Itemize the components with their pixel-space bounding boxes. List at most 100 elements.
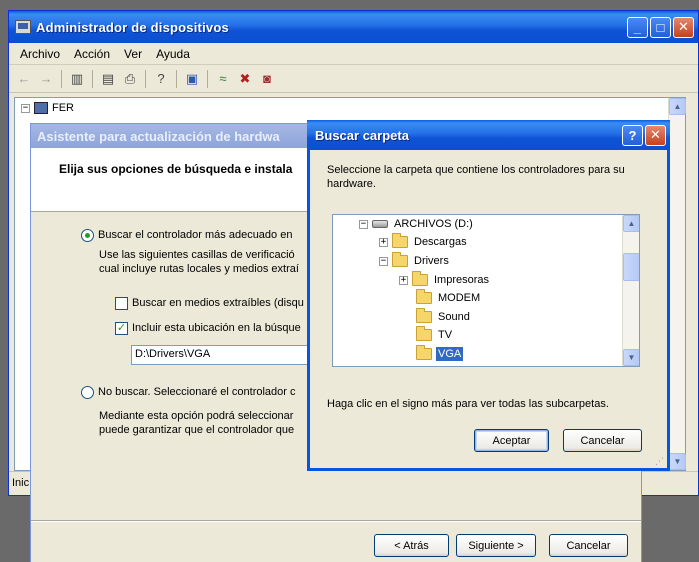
tree-item-modem[interactable]: MODEM: [416, 289, 482, 307]
tree-item-tv[interactable]: TV: [416, 326, 454, 344]
scan-hardware-icon[interactable]: ▣: [183, 70, 201, 88]
menu-ver[interactable]: Ver: [117, 47, 149, 61]
tree-item-label: Drivers: [414, 255, 449, 267]
menu-ayuda[interactable]: Ayuda: [149, 47, 197, 61]
option-search-row[interactable]: Buscar el controlador más adecuado en: [81, 228, 292, 242]
tree-root-row[interactable]: − FER: [21, 102, 74, 114]
uninstall-icon[interactable]: ✖: [236, 70, 254, 88]
print-icon[interactable]: ⎙: [121, 70, 139, 88]
tree-item-impresoras[interactable]: + Impresoras: [399, 271, 491, 289]
scroll-thumb[interactable]: [623, 253, 639, 281]
properties-icon[interactable]: ▤: [99, 70, 117, 88]
toolbar-separator: [145, 69, 146, 88]
browse-close-button[interactable]: ✕: [645, 124, 666, 146]
close-button[interactable]: ✕: [673, 16, 694, 38]
update-driver-icon[interactable]: ≈: [214, 70, 232, 88]
tree-item-archivos[interactable]: − ARCHIVOS (D:): [359, 215, 475, 233]
browse-hint: Haga clic en el signo más para ver todas…: [327, 398, 609, 410]
device-tree-scrollbar[interactable]: ▲ ▼: [668, 98, 686, 470]
option-nosearch-desc-line-2: puede garantizar que el controlador que: [99, 424, 295, 436]
tree-item-label: Sound: [438, 311, 470, 323]
browse-cancel-button[interactable]: Cancelar: [563, 429, 642, 452]
check-include-location-row[interactable]: ✓ Incluir esta ubicación en la búsque: [115, 321, 301, 335]
wizard-cancel-button[interactable]: Cancelar: [549, 534, 628, 557]
wizard-separator: [31, 520, 641, 522]
option-search-desc-line-1: Use las siguientes casillas de verificac…: [99, 249, 295, 261]
tree-item-descargas[interactable]: + Descargas: [379, 233, 469, 251]
check-removable-row[interactable]: Buscar en medios extraíbles (disqu: [115, 296, 304, 310]
scroll-down-arrow-icon[interactable]: ▼: [669, 453, 686, 470]
folder-open-icon: [416, 345, 432, 360]
toolbar-separator: [61, 69, 62, 88]
toolbar: ← → ▥ ▤ ⎙ ? ▣ ≈ ✖ ◙: [9, 65, 698, 93]
expand-icon[interactable]: +: [399, 275, 408, 285]
console-tree-icon[interactable]: ▥: [68, 70, 86, 88]
folder-icon: [412, 271, 428, 286]
scroll-down-arrow-icon[interactable]: ▼: [623, 349, 639, 366]
disable-icon[interactable]: ◙: [258, 70, 276, 88]
radio-search[interactable]: [81, 228, 94, 242]
toolbar-separator: [176, 69, 177, 88]
drive-icon: [372, 220, 388, 228]
tree-item-label: ARCHIVOS (D:): [394, 218, 473, 230]
tree-item-label: Impresoras: [434, 274, 490, 286]
tree-item-vga[interactable]: VGA: [416, 345, 464, 363]
location-input[interactable]: D:\Drivers\VGA: [131, 345, 311, 365]
browse-folder-dialog: Buscar carpeta ? ✕ Seleccione la carpeta…: [307, 120, 670, 471]
option-search-desc-line-2: cual incluye rutas locales y medios extr…: [99, 263, 299, 275]
scroll-up-arrow-icon[interactable]: ▲: [669, 98, 686, 115]
device-manager-icon: [15, 20, 31, 34]
folder-icon: [392, 252, 408, 267]
browse-title: Buscar carpeta: [315, 127, 409, 143]
help-button[interactable]: ?: [622, 124, 643, 146]
tree-item-label: MODEM: [438, 292, 481, 304]
option-nosearch-desc-line-1: Mediante esta opción podrá seleccionar: [99, 410, 294, 422]
scroll-up-arrow-icon[interactable]: ▲: [623, 215, 639, 232]
folder-icon: [416, 308, 432, 323]
collapse-icon[interactable]: −: [21, 103, 30, 113]
maximize-button[interactable]: □: [650, 16, 671, 38]
option-search-label: Buscar el controlador más adecuado en: [98, 229, 293, 241]
computer-icon: [34, 102, 48, 114]
window-title: Administrador de dispositivos: [36, 19, 229, 35]
next-button[interactable]: Siguiente >: [456, 534, 536, 557]
tree-item-label-selected: VGA: [436, 347, 464, 361]
folder-icon: [392, 233, 408, 248]
help-icon[interactable]: ?: [152, 70, 170, 88]
menu-bar: Archivo Acción Ver Ayuda: [9, 43, 698, 65]
expand-icon[interactable]: +: [379, 237, 388, 247]
checkbox-removable[interactable]: [115, 296, 128, 310]
tree-root-label: FER: [52, 102, 74, 114]
forward-arrow-icon[interactable]: →: [37, 70, 55, 88]
browse-description: Seleccione la carpeta que contiene los c…: [327, 164, 625, 190]
tree-item-sound[interactable]: Sound: [416, 308, 472, 326]
toolbar-separator: [207, 69, 208, 88]
tree-item-label: TV: [438, 329, 453, 341]
radio-nosearch[interactable]: [81, 385, 94, 399]
folder-tree-scrollbar[interactable]: ▲ ▼: [622, 215, 639, 366]
tree-item-drivers[interactable]: − Drivers: [379, 252, 451, 270]
back-button[interactable]: < Atrás: [374, 534, 449, 557]
minimize-button[interactable]: _: [627, 16, 648, 38]
device-manager-titlebar[interactable]: Administrador de dispositivos _ □ ✕: [9, 11, 698, 43]
status-text: Inic: [12, 477, 30, 489]
collapse-icon[interactable]: −: [379, 256, 388, 266]
tree-item-label: Descargas: [414, 236, 467, 248]
wizard-heading: Elija sus opciones de búsqueda e instala: [59, 162, 293, 176]
menu-archivo[interactable]: Archivo: [13, 47, 67, 61]
back-arrow-icon[interactable]: ←: [15, 70, 33, 88]
folder-tree[interactable]: − ARCHIVOS (D:) + Descargas − Drivers + …: [332, 214, 640, 367]
folder-icon: [416, 326, 432, 341]
folder-icon: [416, 289, 432, 304]
option-nosearch-label: No buscar. Seleccionaré el controlador c: [98, 386, 296, 398]
check-include-location-label: Incluir esta ubicación en la búsque: [132, 322, 301, 334]
wizard-title: Asistente para actualización de hardwa: [37, 128, 280, 144]
option-nosearch-row[interactable]: No buscar. Seleccionaré el controlador c: [81, 385, 296, 399]
collapse-icon[interactable]: −: [359, 219, 368, 229]
resize-grip-icon[interactable]: ⋰: [655, 456, 665, 466]
check-removable-label: Buscar en medios extraíbles (disqu: [132, 297, 304, 309]
browse-titlebar[interactable]: Buscar carpeta ? ✕: [307, 120, 670, 150]
menu-accion[interactable]: Acción: [67, 47, 117, 61]
checkbox-include-location[interactable]: ✓: [115, 321, 128, 335]
accept-button[interactable]: Aceptar: [474, 429, 549, 452]
